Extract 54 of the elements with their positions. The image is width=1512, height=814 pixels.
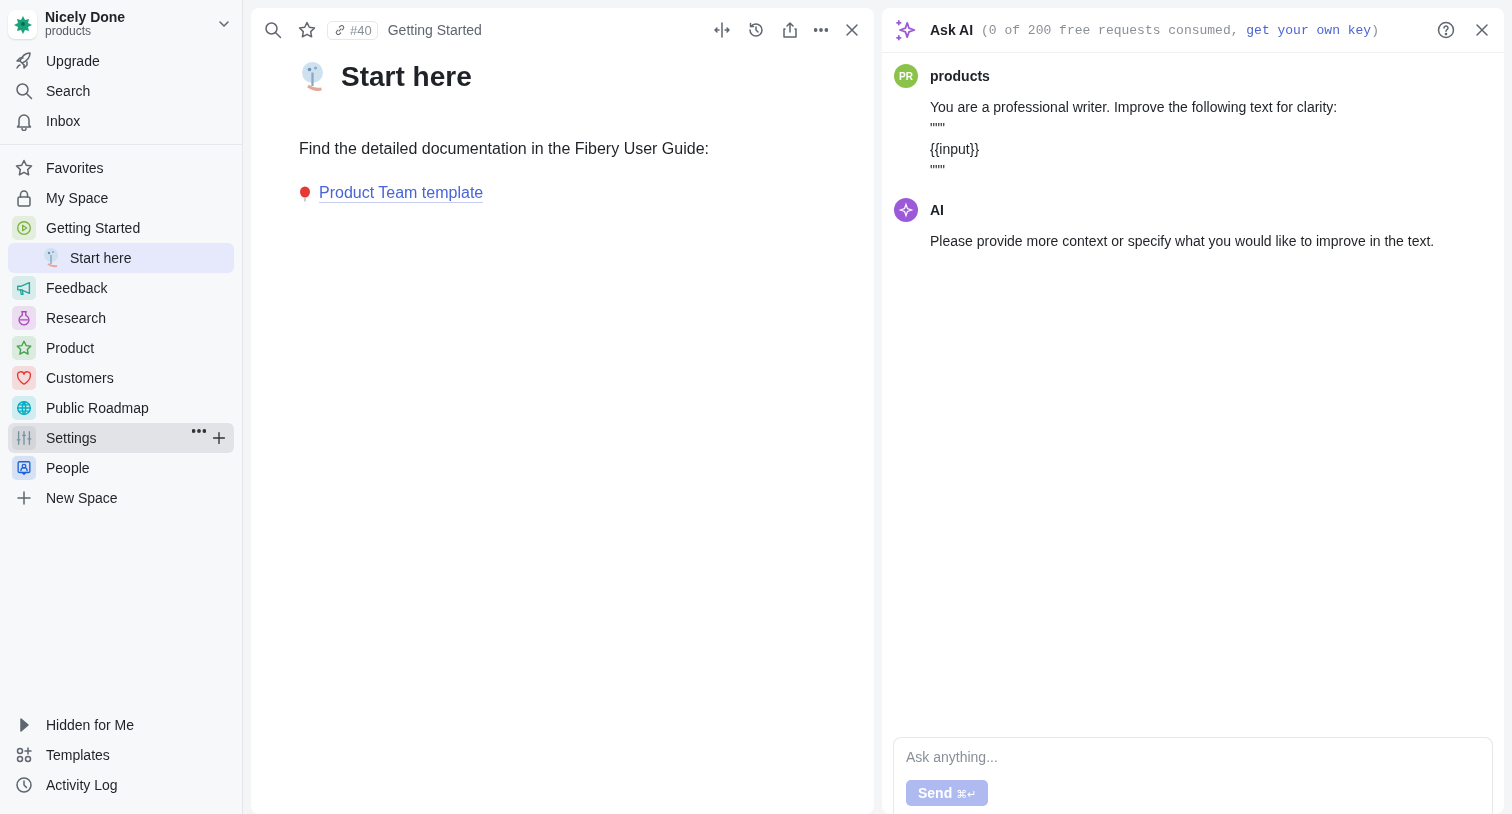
sidebar-item[interactable]: Settings (8, 423, 234, 453)
link[interactable]: Product Team template (319, 184, 484, 203)
sidebar-item[interactable]: Getting Started (8, 213, 234, 243)
balloon-icon (299, 185, 311, 202)
sidebar-item[interactable]: Public Roadmap (8, 393, 234, 423)
sidebar-item[interactable]: Upgrade (8, 46, 234, 76)
avatar: PR (894, 64, 918, 88)
templates-icon (14, 745, 34, 765)
sidebar-item[interactable]: Hidden for Me (8, 710, 234, 740)
lock-icon (14, 188, 34, 208)
sidebar-item[interactable]: Templates (8, 740, 234, 770)
sidebar-item[interactable]: Customers (8, 363, 234, 393)
message-text: You are a professional writer. Improve the following text for clarity: """ {{input}} """ (930, 98, 1339, 180)
star-icon (14, 158, 34, 178)
search-icon (14, 81, 34, 101)
link[interactable]: get your own key (1246, 22, 1372, 38)
search-icon (263, 20, 283, 40)
message-text: Please provide more context or specify what you would like to improve in the text. (930, 232, 1436, 251)
usage-note: (0 of 200 free requests consumed, get your own key) (981, 22, 1379, 38)
sidebar-item[interactable]: Feedback (8, 273, 234, 303)
sidebar-item[interactable]: Favorites (8, 153, 234, 183)
split-view-icon (712, 20, 732, 40)
panel-title: Ask AI (930, 22, 974, 38)
workspace-name[interactable]: Nicely Done (45, 9, 206, 26)
sidebar-item[interactable]: My Space (8, 183, 234, 213)
sidebar-item[interactable]: Research (8, 303, 234, 333)
sidebar-item[interactable]: Inbox (8, 106, 234, 136)
favorite-icon (297, 20, 317, 40)
clock-icon (14, 775, 34, 795)
rocket-icon (14, 51, 34, 71)
sidebar-item[interactable]: New Space (8, 483, 234, 513)
breadcrumb-link[interactable]: Getting Started (387, 22, 482, 38)
document-title: Start here (341, 61, 472, 93)
sidebar-item[interactable]: People (8, 453, 234, 483)
help-icon (1436, 20, 1456, 40)
plus-icon (14, 488, 34, 508)
message-author: AI (930, 202, 944, 218)
ai-avatar (894, 198, 918, 222)
history-icon (746, 20, 766, 40)
bell-icon (14, 111, 34, 131)
message-author: products (930, 68, 990, 84)
plus-icon (210, 429, 228, 447)
sidebar-item[interactable]: Start here (8, 243, 234, 273)
sparkle-icon (894, 18, 918, 42)
sidebar-item[interactable]: Product (8, 333, 234, 363)
more-icon (192, 429, 206, 433)
sidebar-item[interactable]: Activity Log (8, 770, 234, 800)
workspace-subtitle: products (45, 25, 93, 39)
share-icon (780, 20, 800, 40)
workspace-logo (8, 9, 37, 39)
link-icon (333, 23, 347, 37)
more-icon (814, 28, 828, 32)
sidebar-item[interactable]: Search (8, 76, 234, 106)
paragraph: Find the detailed documentation in the Fibery User Guide: (299, 140, 710, 158)
